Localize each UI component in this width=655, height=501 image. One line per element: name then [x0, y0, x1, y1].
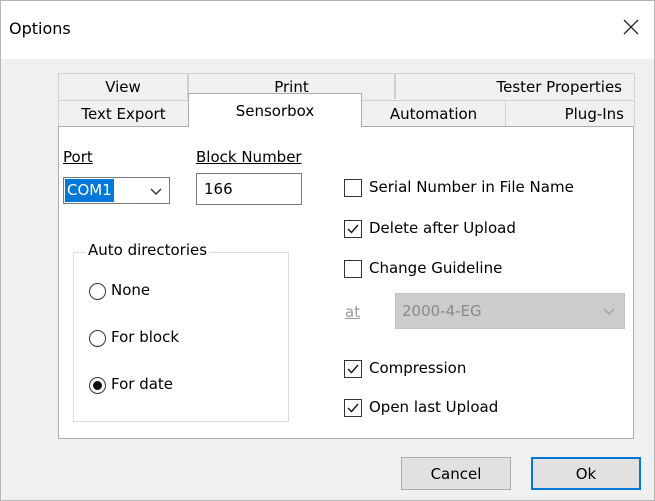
guideline-value: 2000-4-EG: [402, 302, 482, 320]
block-number-field[interactable]: 166: [196, 173, 302, 205]
auto-directories-title: Auto directories: [86, 241, 210, 259]
chevron-down-icon: [603, 308, 615, 315]
guideline-select: 2000-4-EG: [395, 293, 625, 329]
options-dialog: Options View Print Tester Properties Tex…: [0, 0, 655, 501]
checkbox-open-last-upload-label: Open last Upload: [369, 398, 499, 416]
tab-plug-ins[interactable]: Plug-Ins: [505, 100, 635, 126]
window-title: Options: [9, 19, 71, 38]
radio-for-block[interactable]: [89, 330, 106, 347]
checkbox-change-guideline-label: Change Guideline: [369, 259, 503, 277]
radio-for-block-label: For block: [111, 328, 180, 346]
checkbox-open-last-upload[interactable]: [344, 399, 362, 417]
radio-selected-dot: [93, 381, 102, 390]
tab-automation[interactable]: Automation: [361, 100, 506, 126]
radio-for-date[interactable]: [89, 377, 106, 394]
ok-button[interactable]: Ok: [531, 457, 641, 490]
checkmark-icon: [347, 403, 359, 413]
checkbox-delete-after-upload[interactable]: [344, 220, 362, 238]
block-number-label: Block Number: [196, 148, 302, 166]
tab-text-export[interactable]: Text Export: [58, 100, 189, 126]
tab-sensorbox[interactable]: Sensorbox: [188, 93, 362, 127]
guideline-at-label: at: [345, 303, 361, 321]
tab-tester-properties[interactable]: Tester Properties: [395, 73, 635, 99]
checkbox-change-guideline[interactable]: [344, 260, 362, 278]
checkmark-icon: [347, 224, 359, 234]
radio-none[interactable]: [89, 283, 106, 300]
title-bar: Options: [1, 1, 654, 59]
radio-none-label: None: [111, 281, 151, 299]
port-value: COM1: [65, 179, 114, 202]
cancel-button[interactable]: Cancel: [401, 457, 511, 490]
checkbox-compression-label: Compression: [369, 359, 467, 377]
port-label: Port: [63, 148, 93, 166]
tab-view[interactable]: View: [58, 73, 188, 99]
chevron-down-icon: [150, 188, 162, 195]
checkmark-icon: [347, 364, 359, 374]
port-select[interactable]: COM1: [63, 177, 170, 204]
checkbox-delete-after-upload-label: Delete after Upload: [369, 219, 516, 237]
radio-for-date-label: For date: [111, 375, 174, 393]
checkbox-serial-number-label: Serial Number in File Name: [369, 178, 574, 196]
close-icon[interactable]: [608, 7, 654, 47]
checkbox-compression[interactable]: [344, 360, 362, 378]
checkbox-serial-number[interactable]: [344, 179, 362, 197]
